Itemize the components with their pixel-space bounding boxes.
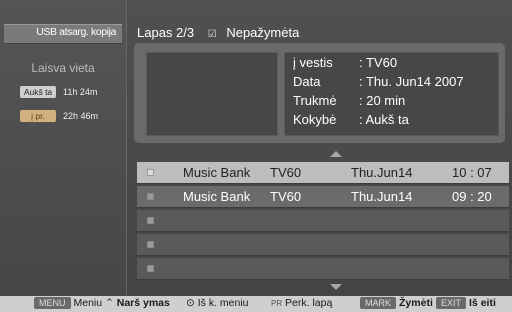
- navigate-text: Narš ymas: [116, 297, 170, 309]
- row-time: 09 : 20: [452, 189, 492, 204]
- sidebar-title: USB atsarg. kopija: [4, 24, 122, 44]
- row-checkbox[interactable]: [147, 241, 154, 248]
- free-space-value-standard: 22h 46m: [63, 111, 99, 121]
- scroll-up-icon[interactable]: [330, 151, 342, 157]
- detail-date-label: Data: [293, 74, 321, 89]
- row-checkbox[interactable]: [147, 193, 154, 200]
- detail-date: Data : Thu. Jun14 2007: [293, 74, 464, 89]
- menu-text: Meniu: [73, 297, 103, 309]
- page-indicator: Lapas 2/3: [137, 25, 195, 40]
- details-box: į vestis : TV60 Data : Thu. Jun14 2007 Tru…: [284, 52, 499, 136]
- list-item[interactable]: [137, 258, 509, 280]
- page-header: Lapas 2/3 ☑ Nepažymėta: [137, 25, 299, 40]
- row-title: Music Bank: [183, 165, 251, 180]
- row-checkbox[interactable]: [147, 265, 154, 272]
- ok-icon: ⊙: [186, 297, 195, 309]
- footer-help-bar: MENU Meniu ⌃ Narš ymas ⊙ Iš k. meniu PR P…: [0, 296, 512, 312]
- info-panel: į vestis : TV60 Data : Thu. Jun14 2007 Tru…: [134, 43, 505, 143]
- list-item[interactable]: Music Bank TV60 Thu.Jun14 10 : 07: [137, 162, 509, 184]
- sidebar-title-text: USB atsarg. kopija: [36, 26, 116, 38]
- page-change-text: Perk. lapą: [285, 297, 333, 309]
- quality-tag-high: Aukš ta: [20, 86, 56, 98]
- detail-date-value: : Thu. Jun14 2007: [359, 74, 464, 89]
- list-item[interactable]: [137, 210, 509, 232]
- row-checkbox[interactable]: [147, 217, 154, 224]
- free-space-value-high: 11h 24m: [63, 87, 98, 97]
- row-date: Thu.Jun14: [351, 189, 413, 204]
- list-item[interactable]: Music Bank TV60 Thu.Jun14 09 : 20: [137, 186, 509, 208]
- sidebar: USB atsarg. kopija Laisva vieta Aukš ta 1…: [0, 0, 127, 296]
- quality-tag-standard: į pr.: [20, 110, 56, 122]
- row-checkbox[interactable]: [147, 169, 154, 176]
- exit-badge: EXIT: [436, 297, 467, 310]
- ok-text: Iš k. meniu: [197, 297, 249, 309]
- scroll-down-icon[interactable]: [330, 284, 342, 290]
- pr-icon: PR: [271, 299, 283, 308]
- row-channel: TV60: [270, 165, 302, 180]
- detail-quality: Kokybė : Aukš ta: [293, 112, 409, 127]
- row-title: Music Bank: [183, 189, 251, 204]
- mark-badge: MARK: [360, 297, 397, 310]
- list-item[interactable]: [137, 234, 509, 256]
- mark-text: Žymėti: [399, 297, 433, 309]
- row-date: Thu.Jun14: [351, 165, 413, 180]
- checkbox-icon: ☑: [207, 29, 217, 40]
- free-space-label: Laisva vieta: [31, 61, 95, 75]
- detail-duration-value: : 20 min: [359, 93, 406, 108]
- navigate-icon: ⌃: [105, 297, 114, 309]
- detail-input: į vestis : TV60: [293, 55, 397, 70]
- page-change-hint: PR Perk. lapą: [271, 297, 332, 309]
- row-channel: TV60: [270, 189, 302, 204]
- exit-text: Iš eiti: [469, 297, 496, 309]
- menu-hint[interactable]: MENU Meniu: [34, 297, 103, 310]
- recording-list: Music Bank TV60 Thu.Jun14 10 : 07 Music …: [137, 162, 509, 282]
- detail-quality-label: Kokybė: [293, 112, 337, 127]
- navigate-hint: ⌃ Narš ymas: [105, 297, 170, 309]
- detail-quality-value: : Aukš ta: [359, 112, 409, 127]
- main-panel: Lapas 2/3 ☑ Nepažymėta į vestis : TV60 Da…: [127, 0, 512, 296]
- unmarked-label: Nepažymėta: [226, 25, 300, 40]
- detail-duration-label: Trukmė: [293, 93, 337, 108]
- free-space-row-standard: į pr. 22h 46m: [20, 110, 98, 124]
- ok-hint: ⊙ Iš k. meniu: [186, 297, 249, 309]
- preview-thumbnail: [146, 52, 278, 136]
- mark-hint[interactable]: MARK Žymėti: [360, 297, 433, 310]
- exit-hint[interactable]: EXIT Iš eiti: [436, 297, 496, 310]
- detail-duration: Trukmė : 20 min: [293, 93, 405, 108]
- free-space-row-high: Aukš ta 11h 24m: [20, 86, 97, 100]
- row-time: 10 : 07: [452, 165, 492, 180]
- detail-input-label: į vestis: [293, 55, 333, 70]
- detail-input-value: : TV60: [359, 55, 398, 70]
- menu-badge: MENU: [34, 297, 71, 310]
